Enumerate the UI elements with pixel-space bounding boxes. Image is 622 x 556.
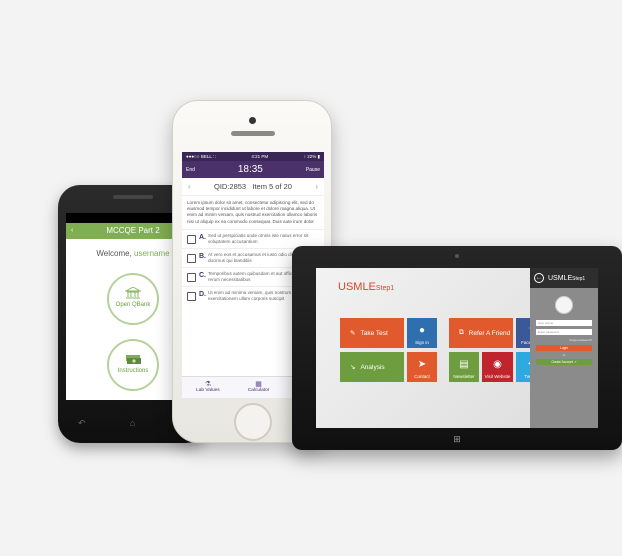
password-field[interactable]: Enter password	[536, 329, 592, 335]
newsletter-tile[interactable]: ▤ Newsletter	[449, 352, 479, 382]
flask-icon: ⚗	[204, 381, 211, 388]
bank-icon	[125, 287, 141, 299]
question-id-text: QID:2853	[214, 182, 247, 191]
tablet-screen: USMLEStep1 ✎ Take Test ● Sign in ⧉ Refer A …	[316, 268, 598, 428]
money-stack-icon	[126, 355, 141, 364]
login-panel-header: ← USMLEStep1	[530, 268, 598, 288]
create-account-button[interactable]: Create Account ↗	[536, 359, 592, 365]
open-qbank-label: Open QBank	[115, 302, 151, 308]
welcome-username: username	[134, 249, 170, 258]
checkbox-icon[interactable]	[187, 234, 196, 244]
checkbox-icon[interactable]	[187, 291, 196, 301]
forgot-password-link[interactable]: Forgot password?	[536, 338, 592, 342]
calculator-icon: ▦	[255, 381, 262, 388]
windows-icon[interactable]: ⊞	[452, 434, 462, 444]
chart-icon: ↘	[350, 364, 356, 371]
take-test-tile[interactable]: ✎ Take Test	[340, 318, 404, 348]
iphone-earpiece	[231, 131, 275, 136]
windows-tablet: USMLEStep1 ✎ Take Test ● Sign in ⧉ Refer A …	[292, 246, 622, 450]
option-text: Sed ut perspiciatis unde omnis iste natu…	[208, 232, 309, 244]
tab-label: Lab Values	[196, 388, 220, 393]
newsletter-label: Newsletter	[453, 374, 475, 379]
cursor-icon: ➤	[417, 359, 427, 370]
tab-calculator[interactable]: ▦ Calculator	[248, 377, 270, 398]
answer-option-a[interactable]: A. Sed ut perspiciatis unde omnis iste n…	[182, 228, 324, 248]
instructions-button[interactable]: Instructions	[107, 339, 159, 391]
panel-title-text: USMLE	[548, 274, 573, 282]
android-speaker	[113, 195, 153, 199]
take-test-label: Take Test	[360, 329, 388, 337]
logo-text: USMLE	[338, 281, 376, 293]
open-qbank-button[interactable]: Open QBank	[107, 273, 159, 325]
share-icon: ⧉	[459, 329, 464, 336]
back-key-icon[interactable]: ↶	[78, 418, 86, 429]
iphone-camera	[249, 117, 256, 124]
android-app-title: MCCQE Part 2	[106, 226, 160, 235]
visit-website-tile[interactable]: ◉ Visit Website	[482, 352, 513, 382]
back-icon[interactable]: ‹	[71, 223, 73, 239]
analysis-tile[interactable]: ↘ Analysis	[340, 352, 404, 382]
prev-question-icon[interactable]: ‹	[188, 182, 191, 191]
iphone-status-bar: ●●●○○ BELL ∷ 4:21 PM ↑ 22% ▮	[182, 152, 324, 161]
back-circle-icon[interactable]: ←	[534, 273, 544, 283]
contact-tile[interactable]: ➤ Contact	[407, 352, 437, 382]
instructions-label: Instructions	[117, 368, 149, 374]
analysis-label: Analysis	[360, 363, 385, 371]
contact-label: Contact	[414, 374, 430, 379]
pause-button[interactable]: Pause	[306, 167, 320, 173]
visit-website-label: Visit Website	[484, 374, 511, 379]
end-button[interactable]: End	[186, 167, 195, 173]
pencil-icon: ✎	[350, 330, 356, 337]
avatar-icon	[555, 296, 573, 314]
iphone-home-button[interactable]	[234, 403, 272, 441]
refer-friend-tile[interactable]: ⧉ Refer A Friend	[449, 318, 513, 348]
or-divider: or	[562, 353, 566, 357]
checkbox-icon[interactable]	[187, 272, 196, 282]
clock-text: 4:21 PM	[251, 154, 269, 159]
globe-icon: ◉	[493, 359, 502, 370]
usmle-logo: USMLEStep1	[338, 281, 394, 293]
option-letter: D.	[199, 290, 206, 298]
logo-subtext: Step1	[375, 285, 395, 292]
refer-friend-label: Refer A Friend	[468, 329, 511, 337]
question-header: ‹ QID:2853 Item 5 of 20 ›	[182, 178, 324, 196]
exam-toolbar: End 18:35 Pause	[182, 161, 324, 178]
option-letter: B.	[199, 252, 206, 260]
username-field[interactable]: User Name	[536, 320, 592, 326]
login-button[interactable]: Login	[536, 345, 592, 351]
tab-lab-values[interactable]: ⚗ Lab Values	[196, 377, 220, 398]
question-text: Lorem ipsum dolor sit amet, consectetur …	[187, 200, 318, 224]
item-counter: Item 5 of 20	[252, 182, 292, 191]
panel-title-sub: Step1	[572, 275, 586, 282]
question-id: QID:2853 Item 5 of 20	[214, 182, 292, 191]
tab-label: Calculator	[247, 388, 270, 393]
user-icon: ●	[418, 325, 426, 336]
exam-timer: 18:35	[237, 164, 263, 175]
login-panel: ← USMLEStep1 User Name Enter password Fo…	[530, 268, 598, 428]
checkbox-icon[interactable]	[187, 253, 196, 263]
panel-title: USMLEStep1	[548, 275, 585, 282]
welcome-prefix: Welcome,	[96, 249, 135, 258]
home-key-icon[interactable]: ⌂	[130, 418, 135, 429]
option-letter: C.	[199, 271, 206, 279]
sign-in-tile[interactable]: ● Sign in	[407, 318, 437, 348]
battery-text: ↑ 22% ▮	[303, 154, 320, 159]
sign-in-label: Sign in	[415, 340, 429, 345]
option-letter: A.	[199, 233, 206, 241]
newspaper-icon: ▤	[459, 359, 469, 370]
next-question-icon[interactable]: ›	[315, 182, 318, 191]
tablet-camera	[455, 254, 459, 258]
carrier-text: ●●●○○ BELL ∷	[186, 154, 216, 159]
